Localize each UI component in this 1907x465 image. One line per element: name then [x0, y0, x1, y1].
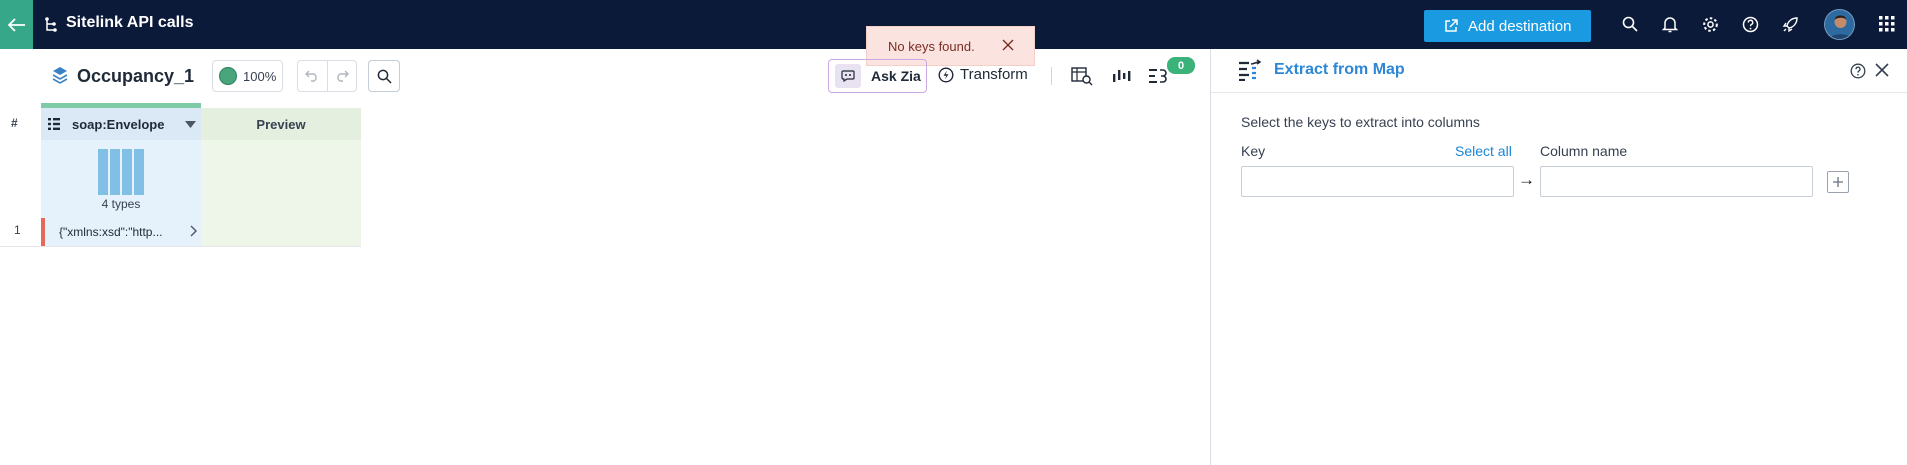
toolbar-divider: [1051, 67, 1052, 85]
column-name-label: Column name: [1540, 143, 1628, 159]
quality-dot: [219, 67, 237, 85]
panel-header: Extract from Map: [1211, 49, 1907, 93]
add-destination-label: Add destination: [1468, 17, 1572, 35]
table-search-icon[interactable]: [1070, 64, 1094, 88]
type-summary: 4 types: [101, 197, 141, 211]
key-input[interactable]: [1241, 166, 1514, 197]
column-header-label: soap:Envelope: [72, 116, 165, 132]
extract-from-map-panel: Extract from Map Select the keys to extr…: [1210, 49, 1907, 465]
bell-icon[interactable]: [1659, 13, 1681, 35]
close-icon[interactable]: [1875, 63, 1889, 77]
bar-chart-icon[interactable]: [1110, 64, 1134, 88]
steps-count-badge: 0: [1167, 57, 1195, 74]
panel-instruction: Select the keys to extract into columns: [1241, 114, 1480, 130]
row-divider: [0, 246, 361, 247]
preview-column-header: Preview: [201, 108, 361, 140]
extract-map-icon: [1239, 59, 1262, 81]
help-icon[interactable]: [1739, 13, 1761, 35]
app-title: Sitelink API calls: [66, 14, 194, 31]
row-number: 1: [14, 223, 21, 237]
table-cell[interactable]: {"xmlns:xsd":"http...: [41, 218, 201, 246]
undo-button[interactable]: [298, 61, 328, 91]
add-mapping-button[interactable]: [1827, 171, 1849, 193]
lineage-icon: [45, 17, 57, 32]
type-bar: [98, 149, 108, 195]
key-label: Key: [1241, 143, 1266, 159]
dataset-title[interactable]: Occupancy_1: [77, 66, 194, 87]
cell-value: {"xmlns:xsd":"http...: [59, 225, 163, 239]
undo-icon: [305, 70, 318, 82]
panel-title: Extract from Map: [1274, 61, 1405, 78]
back-arrow-icon: [7, 17, 25, 32]
search-icon: [377, 69, 392, 84]
zia-icon: [835, 64, 861, 88]
toast-message: No keys found.: [888, 38, 975, 54]
back-button[interactable]: [0, 0, 33, 49]
redo-icon: [336, 70, 349, 82]
mapping-arrow: →: [1518, 170, 1535, 189]
data-quality-indicator[interactable]: 100%: [212, 60, 283, 92]
redo-button[interactable]: [328, 61, 357, 91]
plus-icon: [1833, 177, 1843, 187]
rocket-icon[interactable]: [1779, 13, 1801, 35]
row-number-header: #: [11, 116, 18, 130]
select-all-link[interactable]: Select all: [1455, 143, 1512, 159]
undo-redo-group: [297, 60, 357, 92]
column-name-input[interactable]: [1540, 166, 1813, 197]
type-distribution-bars: [98, 149, 144, 195]
transform-button[interactable]: Transform: [938, 66, 1028, 83]
help-icon[interactable]: [1850, 63, 1866, 79]
apps-grid-icon[interactable]: [1876, 13, 1898, 35]
preview-profile: [201, 140, 361, 246]
add-destination-button[interactable]: Add destination: [1424, 10, 1591, 42]
ask-zia-label: Ask Zia: [871, 68, 921, 84]
dataset-icon: [52, 67, 68, 84]
search-icon[interactable]: [1619, 13, 1641, 35]
chevron-right-icon[interactable]: [189, 225, 197, 237]
quality-percent: 100%: [243, 68, 277, 84]
transform-icon: [938, 66, 954, 83]
type-bar: [134, 149, 144, 195]
external-link-icon: [1445, 19, 1458, 32]
avatar[interactable]: [1824, 9, 1855, 40]
type-bar: [122, 149, 132, 195]
chevron-down-icon[interactable]: [185, 121, 196, 129]
toast-close-icon[interactable]: [1002, 39, 1014, 51]
grid-search-button[interactable]: [368, 60, 400, 92]
transform-label: Transform: [960, 66, 1028, 83]
ask-zia-button[interactable]: Ask Zia: [828, 59, 927, 93]
type-bar: [110, 149, 120, 195]
gear-icon[interactable]: [1699, 13, 1721, 35]
column-header-soap-envelope[interactable]: soap:Envelope: [41, 103, 201, 140]
column-type-icon: [48, 118, 60, 130]
